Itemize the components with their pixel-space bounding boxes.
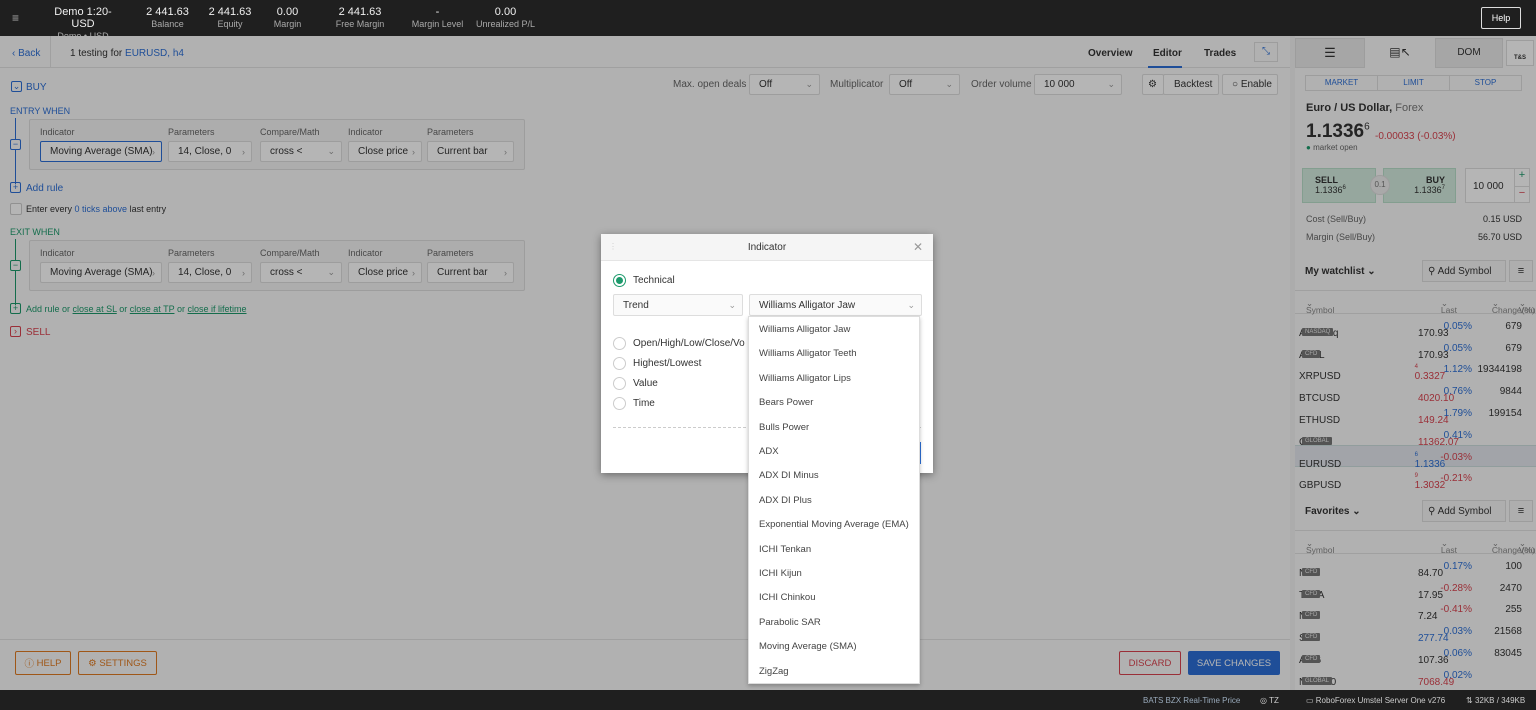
category-select[interactable]: Trend ⌄ — [613, 294, 743, 316]
stat-unrealized-p-l: 0.00 Unrealized P/L — [475, 6, 536, 29]
indicator-option[interactable]: Bulls Power — [759, 422, 809, 433]
feed-status: BATS BZX Real-Time Price — [1143, 696, 1241, 705]
radio-label[interactable]: Open/High/Low/Close/Vo — [633, 338, 748, 349]
indicator-option[interactable]: ZigZag — [759, 666, 789, 677]
close-icon[interactable]: ✕ — [913, 240, 923, 254]
stat-equity: 2 441.63 Equity — [208, 6, 252, 29]
radio-2[interactable] — [613, 357, 626, 370]
radio-label[interactable]: Technical — [633, 275, 833, 286]
radio-4[interactable] — [613, 397, 626, 410]
radio-1[interactable] — [613, 337, 626, 350]
indicator-option[interactable]: ICHI Chinkou — [759, 592, 816, 603]
traffic: ⇅ 32KB / 349KB — [1466, 696, 1526, 705]
indicator-option[interactable]: ADX DI Plus — [759, 495, 812, 506]
radio-0[interactable] — [613, 274, 626, 287]
timezone[interactable]: ◎ TZ — [1260, 696, 1279, 705]
stat-margin-level: - Margin Level — [411, 6, 464, 29]
indicator-option[interactable]: Bears Power — [759, 397, 813, 408]
stat-free-margin: 2 441.63 Free Margin — [335, 6, 385, 29]
indicator-option[interactable]: Exponential Moving Average (EMA) — [759, 519, 909, 530]
menu-icon[interactable]: ≡ — [12, 11, 19, 25]
indicator-option[interactable]: Williams Alligator Lips — [759, 373, 851, 384]
indicator-option[interactable]: Williams Alligator Jaw — [759, 324, 850, 335]
indicator-option[interactable]: ICHI Kijun — [759, 568, 802, 579]
status-bar: BATS BZX Real-Time Price ◎ TZ ▭ RoboFore… — [0, 690, 1536, 710]
indicator-select[interactable]: Williams Alligator Jaw ⌄ — [749, 294, 922, 316]
indicator-option[interactable]: Williams Alligator Teeth — [759, 348, 857, 359]
stat-balance: 2 441.63 Balance — [146, 6, 189, 29]
help-button[interactable]: Help — [1481, 7, 1521, 29]
top-bar: ≡ Demo 1:20-USDDemo • USD 2 441.63Balanc… — [0, 0, 1536, 41]
indicator-option[interactable]: ADX — [759, 446, 779, 457]
indicator-dropdown-list: Williams Alligator Jaw Williams Alligator… — [748, 316, 920, 684]
account-name: Demo 1:20-USD — [54, 6, 112, 30]
server-status: ▭ RoboForex Umstel Server One v276 — [1306, 696, 1446, 705]
indicator-option[interactable]: ICHI Tenkan — [759, 544, 811, 555]
indicator-option[interactable]: ADX DI Minus — [759, 470, 819, 481]
dialog-title: Indicator — [747, 242, 787, 253]
radio-3[interactable] — [613, 377, 626, 390]
indicator-option[interactable]: Moving Average (SMA) — [759, 641, 857, 652]
indicator-option[interactable]: Parabolic SAR — [759, 617, 821, 628]
stat-margin: 0.00 Margin — [273, 6, 302, 29]
